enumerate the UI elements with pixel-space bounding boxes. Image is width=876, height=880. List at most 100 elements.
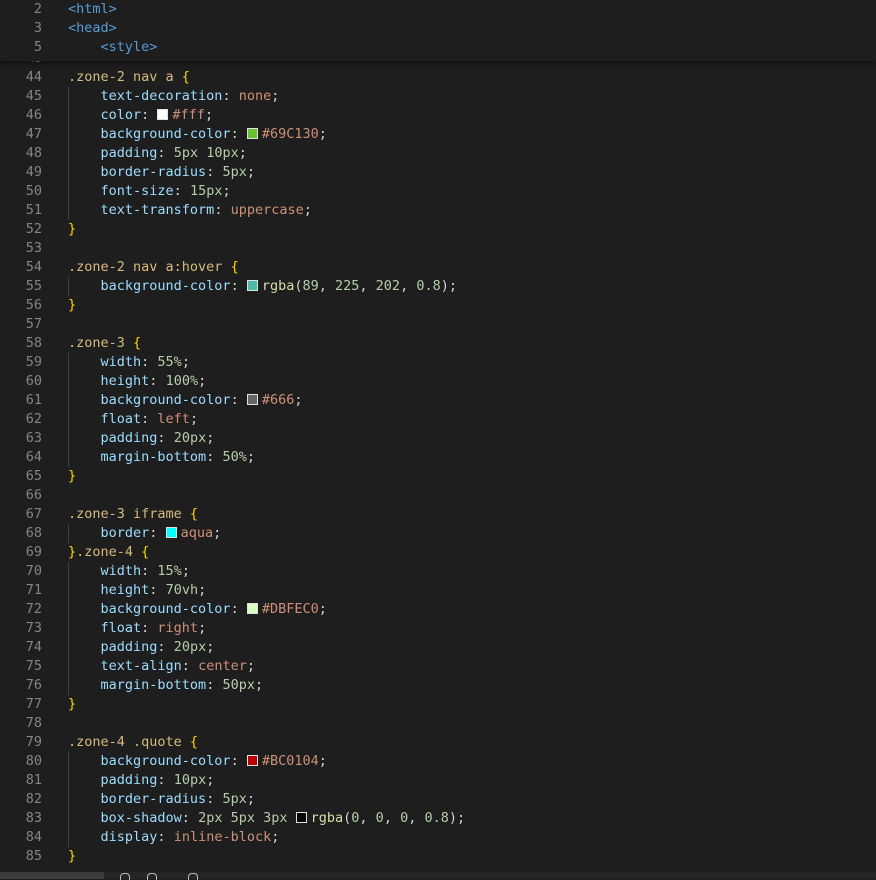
code-line[interactable]: 74 padding: 20px;	[0, 638, 876, 657]
code-line[interactable]: 82 border-radius: 5px;	[0, 790, 876, 809]
token-prop: box-shadow	[100, 810, 182, 826]
color-swatch[interactable]	[246, 128, 258, 139]
token-punc: ;	[303, 202, 312, 218]
code-line[interactable]: 48 padding: 5px 10px;	[0, 144, 876, 163]
code-line[interactable]: 75 text-align: center;	[0, 657, 876, 676]
code-line[interactable]: 78	[0, 714, 876, 733]
line-number: 79	[25, 734, 42, 750]
code-text: }	[68, 847, 76, 866]
code-text: text-align: center;	[68, 657, 255, 676]
token-brace: }	[68, 696, 77, 712]
token-prop: color	[100, 107, 142, 123]
sticky-scroll-header[interactable]: 2 <html> 3 <head> 5 <style>	[0, 0, 876, 61]
code-line[interactable]: 61 background-color: #666;	[0, 391, 876, 410]
code-area[interactable]: 44 .zone-2 nav a {45 text-decoration: non…	[0, 68, 876, 866]
code-line[interactable]: 44 .zone-2 nav a {	[0, 68, 876, 87]
token-punc	[68, 202, 101, 218]
color-swatch[interactable]	[157, 109, 169, 120]
code-line[interactable]: 85}	[0, 847, 876, 866]
line-number: 56	[25, 297, 42, 313]
line-number: 80	[25, 753, 42, 769]
code-line[interactable]: 60 height: 100%;	[0, 372, 876, 391]
token-punc	[68, 411, 101, 427]
line-number: 50	[25, 183, 42, 199]
color-swatch[interactable]	[246, 394, 258, 405]
line-number: 82	[25, 791, 42, 807]
token-punc: ,	[318, 278, 336, 294]
token-sel: .zone-2 nav a	[68, 69, 182, 85]
code-line[interactable]: 72 background-color: #DBFEC0;	[0, 600, 876, 619]
token-val: left	[157, 411, 190, 427]
line-number: 3	[33, 20, 42, 36]
code-text: padding: 20px;	[68, 429, 215, 448]
token-num: 50px	[222, 677, 255, 693]
code-line[interactable]: 46 color: #fff;	[0, 106, 876, 125]
code-line[interactable]: 77}	[0, 695, 876, 714]
code-text: background-color: #DBFEC0;	[68, 600, 327, 619]
code-line[interactable]: 79 .zone-4 .quote {	[0, 733, 876, 752]
code-line[interactable]: 57	[0, 315, 876, 334]
code-line[interactable]: 49 border-radius: 5px;	[0, 163, 876, 182]
code-line[interactable]: 59 width: 55%;	[0, 353, 876, 372]
color-swatch[interactable]	[165, 527, 177, 538]
code-line[interactable]: 51 text-transform: uppercase;	[0, 201, 876, 220]
code-text: }.zone-4 {	[68, 543, 149, 562]
token-punc: :	[141, 563, 158, 579]
token-punc: :	[230, 753, 247, 769]
code-text: <head>	[68, 19, 117, 38]
code-line[interactable]: 81 padding: 10px;	[0, 771, 876, 790]
color-swatch[interactable]	[295, 812, 307, 823]
code-line[interactable]: 65}	[0, 467, 876, 486]
code-line[interactable]: 62 float: left;	[0, 410, 876, 429]
token-punc: :	[157, 145, 174, 161]
token-punc	[68, 354, 101, 370]
code-line[interactable]: 52}	[0, 220, 876, 239]
code-line[interactable]: 53	[0, 239, 876, 258]
line-number: 58	[25, 335, 42, 351]
code-line[interactable]: 3 <head>	[0, 19, 876, 38]
code-text: background-color: #BC0104;	[68, 752, 327, 771]
token-punc: );	[440, 278, 457, 294]
color-swatch[interactable]	[246, 603, 258, 614]
code-line[interactable]: 66	[0, 486, 876, 505]
code-line[interactable]: 47 background-color: #69C130;	[0, 125, 876, 144]
code-line[interactable]: 67 .zone-3 iframe {	[0, 505, 876, 524]
code-line[interactable]: 73 float: right;	[0, 619, 876, 638]
code-line[interactable]: 56}	[0, 296, 876, 315]
code-text: background-color: #69C130;	[68, 125, 327, 144]
token-punc: :	[149, 525, 166, 541]
code-line[interactable]: 55 background-color: rgba(89, 225, 202, …	[0, 277, 876, 296]
color-swatch[interactable]	[246, 755, 258, 766]
token-punc	[68, 449, 101, 465]
code-line[interactable]: 2 <html>	[0, 0, 876, 19]
line-number: 55	[25, 278, 42, 294]
code-line[interactable]: 76 margin-bottom: 50px;	[0, 676, 876, 695]
code-text: text-decoration: none;	[68, 87, 280, 106]
line-number: 72	[25, 601, 42, 617]
token-punc: ;	[204, 107, 214, 123]
code-line[interactable]: 71 height: 70vh;	[0, 581, 876, 600]
code-line[interactable]: 83 box-shadow: 2px 5px 3px rgba(0, 0, 0,…	[0, 809, 876, 828]
code-line[interactable]: 5 <style>	[0, 38, 876, 57]
code-text: }	[68, 220, 76, 239]
token-punc	[68, 658, 101, 674]
color-swatch[interactable]	[246, 280, 258, 291]
code-line[interactable]: 45 text-decoration: none;	[0, 87, 876, 106]
token-val: #BC0104	[261, 753, 319, 769]
code-line[interactable]: 68 border: aqua;	[0, 524, 876, 543]
token-val: #666	[261, 392, 295, 408]
token-punc: ;	[222, 183, 231, 199]
token-num: 0.8	[424, 810, 449, 826]
line-number: 54	[25, 259, 42, 275]
code-line[interactable]: 63 padding: 20px;	[0, 429, 876, 448]
code-line[interactable]: 80 background-color: #BC0104;	[0, 752, 876, 771]
code-line[interactable]: 84 display: inline-block;	[0, 828, 876, 847]
code-line[interactable]: 69}.zone-4 {	[0, 543, 876, 562]
code-line[interactable]: 54 .zone-2 nav a:hover {	[0, 258, 876, 277]
code-line[interactable]: 70 width: 15%;	[0, 562, 876, 581]
token-punc: ,	[359, 278, 376, 294]
code-line[interactable]: 58 .zone-3 {	[0, 334, 876, 353]
code-editor[interactable]: 44 .zone-2 nav a {45 text-decoration: non…	[0, 0, 876, 872]
code-line[interactable]: 50 font-size: 15px;	[0, 182, 876, 201]
code-line[interactable]: 64 margin-bottom: 50%;	[0, 448, 876, 467]
